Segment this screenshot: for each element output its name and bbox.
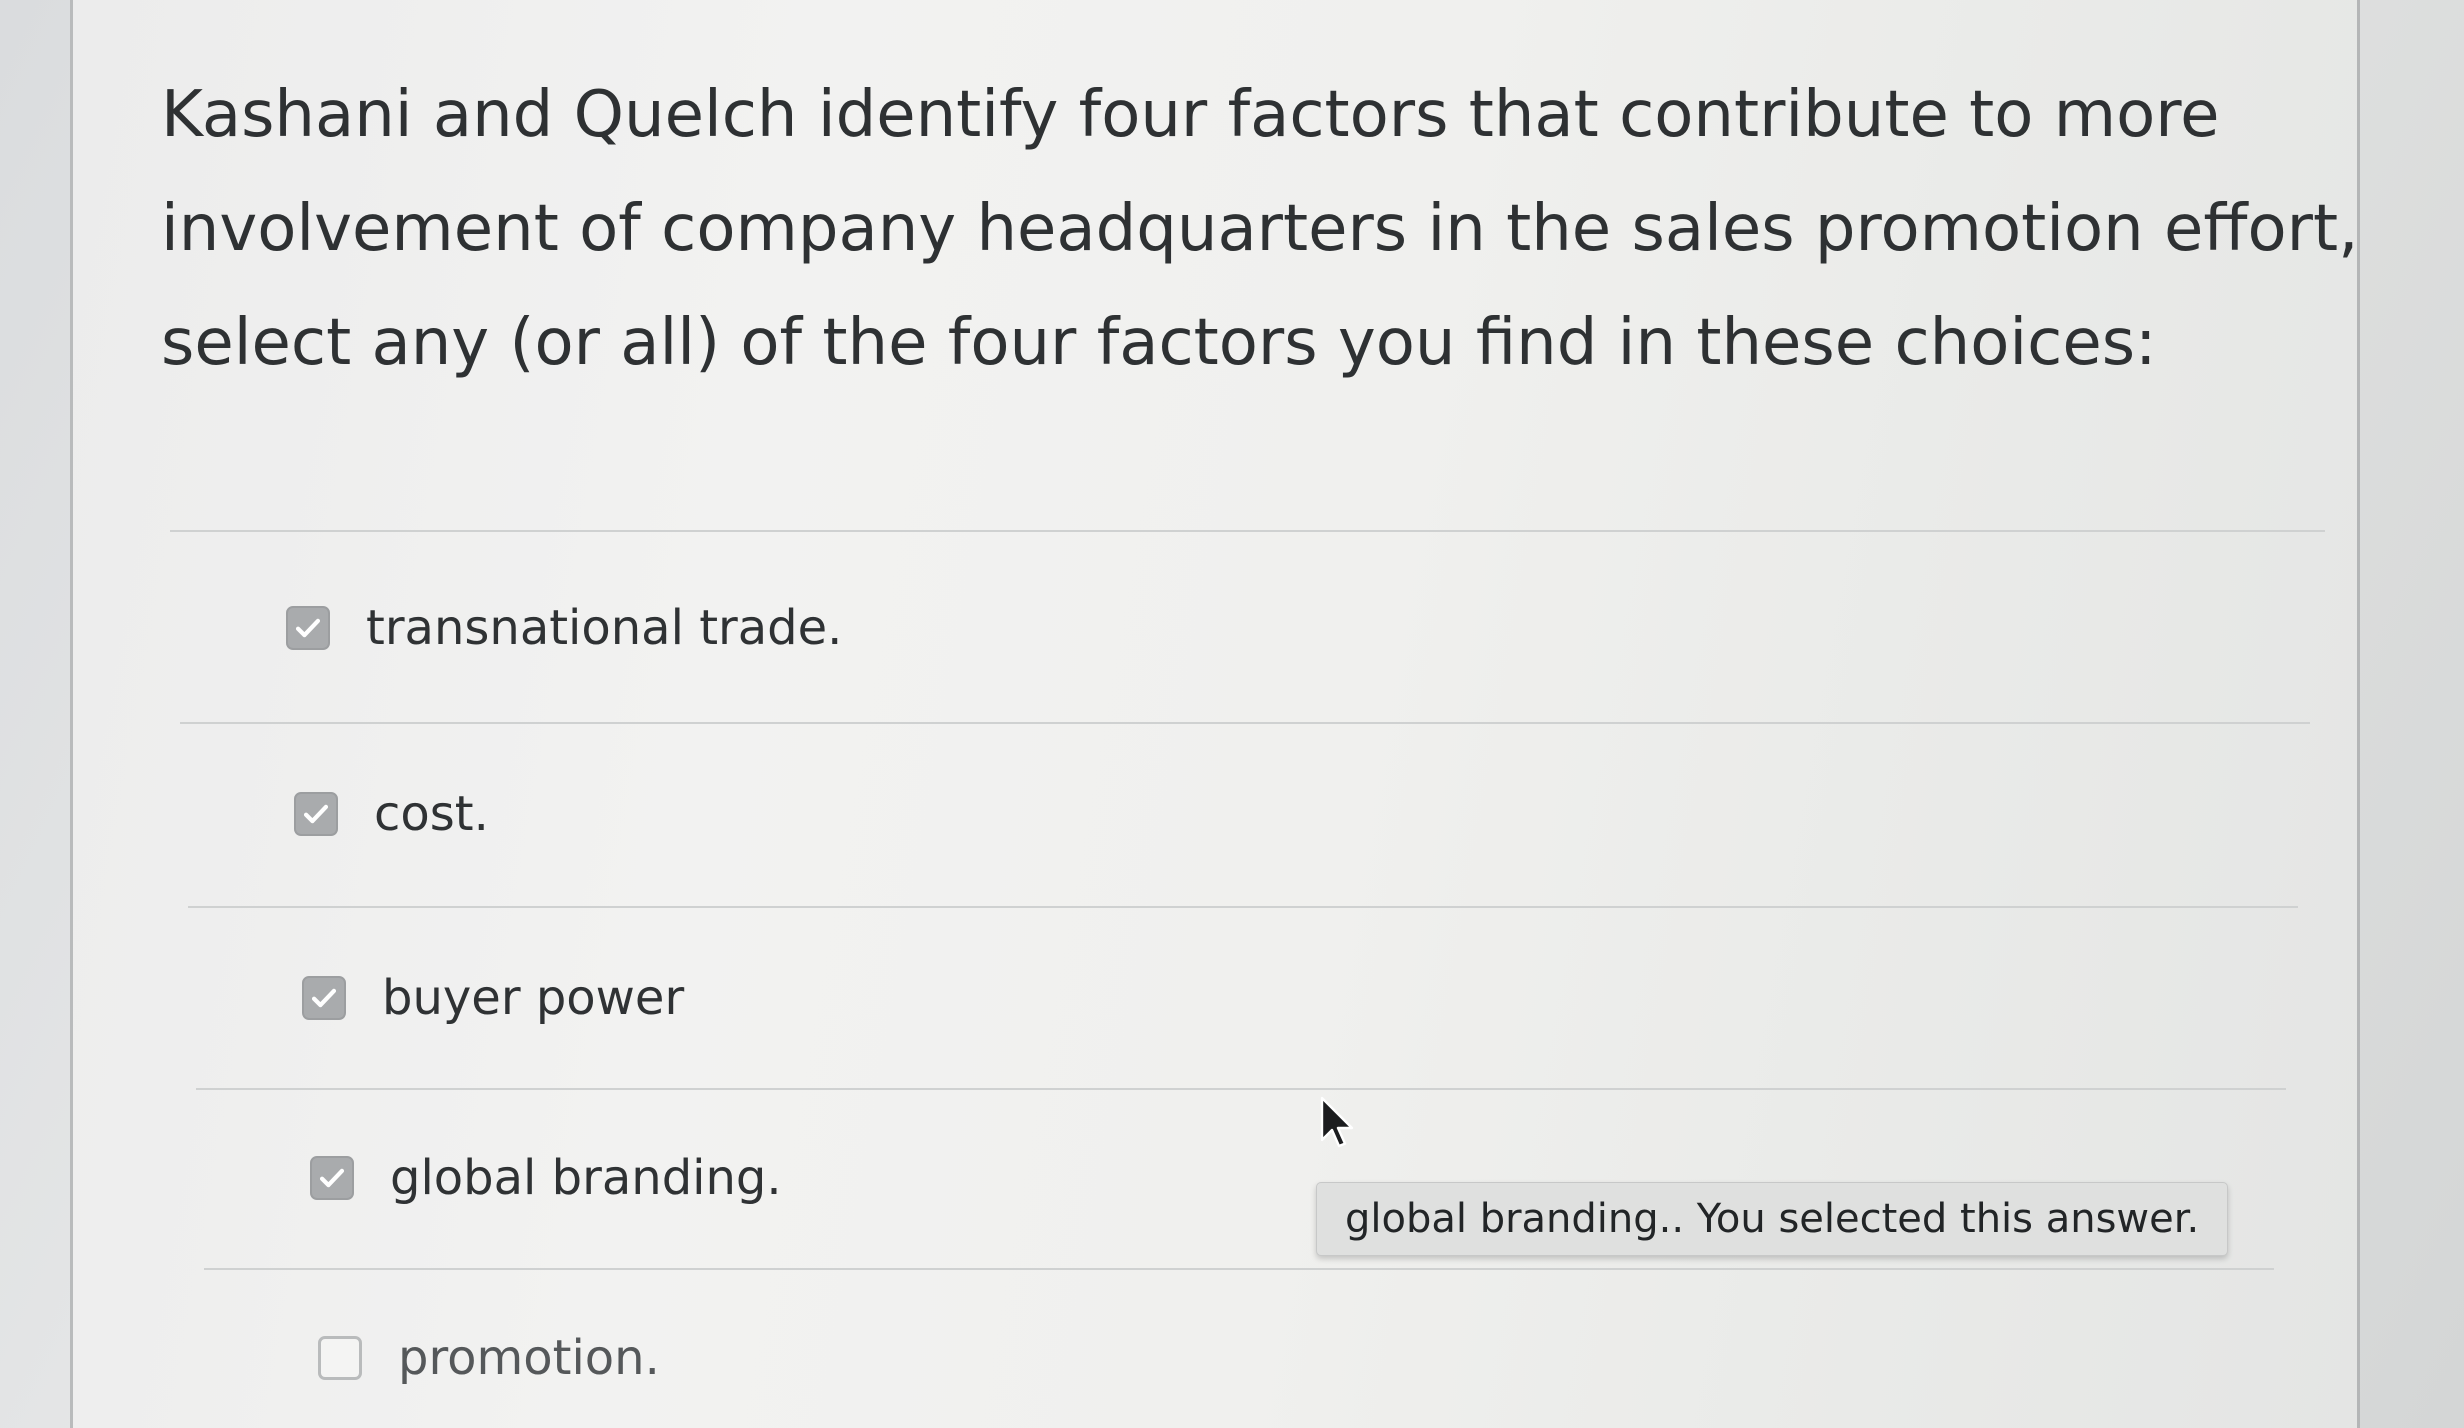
mouse-pointer-icon (1320, 1096, 1354, 1148)
option-global-branding[interactable]: global branding. (310, 1150, 782, 1206)
checkbox-checked[interactable] (286, 606, 330, 650)
option-label: buyer power (382, 970, 685, 1026)
divider (196, 1088, 2286, 1090)
question-text: Kashani and Quelch identify four factors… (161, 78, 2359, 380)
checkmark-icon (303, 804, 329, 824)
divider (180, 722, 2310, 724)
option-buyer-power[interactable]: buyer power (302, 970, 684, 1026)
option-transnational-trade[interactable]: transnational trade. (286, 600, 842, 656)
checkmark-icon (311, 988, 337, 1008)
checkbox-unchecked[interactable] (318, 1336, 362, 1380)
checkbox-checked[interactable] (310, 1156, 354, 1200)
checkmark-icon (319, 1168, 345, 1188)
option-label: transnational trade. (366, 600, 843, 656)
option-label: cost. (374, 786, 489, 842)
checkmark-icon (295, 618, 321, 638)
divider (170, 530, 2325, 532)
checkbox-checked[interactable] (302, 976, 346, 1020)
option-promotion[interactable]: promotion. (318, 1330, 660, 1386)
checkbox-checked[interactable] (294, 792, 338, 836)
answer-tooltip: global branding.. You selected this answ… (1316, 1182, 2229, 1256)
option-cost[interactable]: cost. (294, 786, 489, 842)
option-label: promotion. (398, 1330, 660, 1386)
divider (188, 906, 2298, 908)
divider (204, 1268, 2274, 1270)
option-label: global branding. (390, 1150, 782, 1206)
